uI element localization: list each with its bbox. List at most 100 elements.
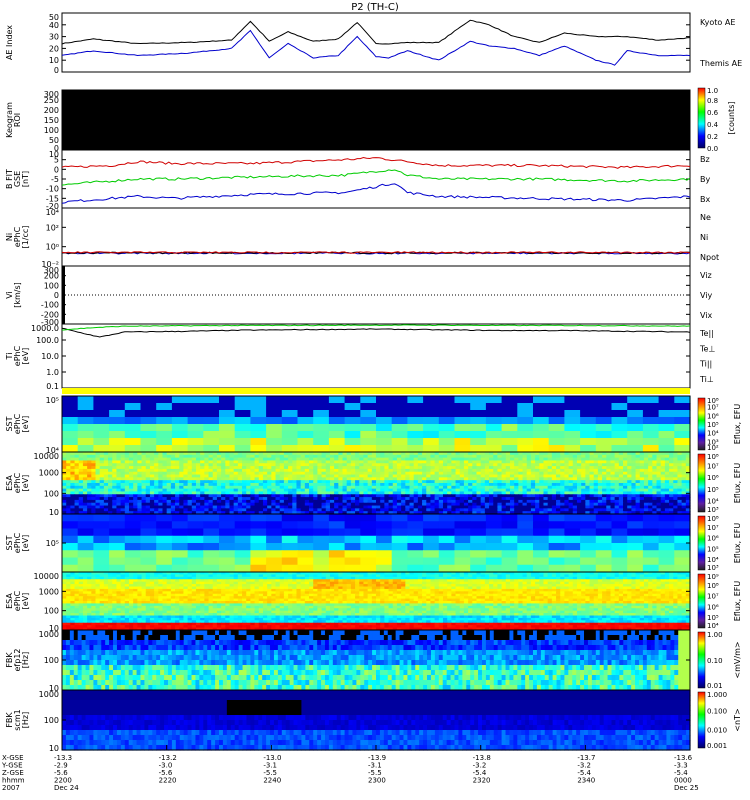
y-tick-label: -100 xyxy=(41,301,59,310)
legend-entry: Te|| xyxy=(699,329,714,338)
colorbar-tick: 10⁷ xyxy=(707,404,719,412)
colorbar-label: [counts] xyxy=(727,102,736,135)
bfield-panel-frame xyxy=(61,149,691,209)
y-tick-label: 100 xyxy=(44,656,59,665)
legend-entry: Te⊥ xyxy=(699,344,715,353)
y-tick-label: 5 xyxy=(54,156,59,165)
colorbar-tick: 10⁶ xyxy=(707,603,719,611)
y-axis-label: [Hz] xyxy=(21,652,30,668)
y-tick-label: 10.0 xyxy=(41,352,59,361)
esa-electron-spectrogram xyxy=(62,572,691,631)
y-tick-label: 20 xyxy=(49,44,59,53)
legend-entry: By xyxy=(700,175,710,184)
colorbar-label: Eflux, EFU xyxy=(733,404,742,445)
colorbar-tick: 10⁸ xyxy=(707,515,719,523)
y-axis-label: [eV] xyxy=(21,535,30,552)
series-line-Bx xyxy=(61,183,691,204)
colorbar-tick: 0.0 xyxy=(707,145,718,153)
colorbar-tick: 10⁵ xyxy=(707,421,719,429)
y-tick-label: 1000.0 xyxy=(31,324,59,333)
colorbar-tick: 10³ xyxy=(707,564,719,572)
sst-electron-spectrogram xyxy=(62,514,691,573)
legend-entry: Vix xyxy=(700,311,713,320)
y-tick-label: -10 xyxy=(46,185,59,194)
x-tick-label-date: Dec 24 xyxy=(54,784,79,792)
ae-panel-frame xyxy=(61,12,691,73)
colorbar-tick: 0.01 xyxy=(707,682,723,690)
legend-entry: Ni xyxy=(700,233,708,242)
quality-flag-bar xyxy=(62,388,690,394)
y-axis-label: [Hz] xyxy=(21,712,30,728)
y-axis-label: [eV] xyxy=(21,348,30,365)
y-axis-label: [eV] xyxy=(21,475,30,492)
colorbar-label: <mV/m> xyxy=(733,641,742,678)
colorbar-tick: 0.8 xyxy=(707,97,718,105)
colorbar xyxy=(697,87,706,149)
colorbar-tick: 1.000 xyxy=(707,691,727,699)
x-tick-label-hhmm: 2220 xyxy=(159,777,177,785)
y-tick-label: 100.0 xyxy=(36,336,59,345)
colorbar-tick: 0.2 xyxy=(707,133,718,141)
legend-entry: Viz xyxy=(700,271,712,280)
colorbar-tick: 1.0 xyxy=(707,87,718,95)
colorbar-tick: 10⁹ xyxy=(707,573,719,581)
colorbar-tick: 10⁶ xyxy=(707,412,719,420)
legend-entry: Ne xyxy=(700,213,711,222)
colorbar-tick: 0.010 xyxy=(707,726,727,734)
colorbar xyxy=(697,573,706,629)
y-tick-label: 100 xyxy=(44,716,59,725)
colorbar-tick: 10⁵ xyxy=(707,614,719,622)
colorbar-label: <nT> xyxy=(733,708,742,731)
legend-entry: Bz xyxy=(700,155,710,164)
y-tick-label: 10 xyxy=(49,56,59,65)
colorbar-tick: 10⁴ xyxy=(707,430,719,438)
colorbar-tick: 10⁵ xyxy=(707,486,719,494)
y-tick-label: 30 xyxy=(49,33,59,42)
y-tick-label: 10⁵ xyxy=(46,539,59,548)
y-tick-label: 100 xyxy=(44,607,59,616)
y-tick-label: 0.1 xyxy=(46,382,59,391)
x-tick-label-hhmm: 2300 xyxy=(368,777,386,785)
colorbar-tick: 0.100 xyxy=(707,708,727,716)
y-axis-label: [km/s] xyxy=(13,282,22,308)
keogram-image xyxy=(62,90,690,150)
colorbar-tick: 0.10 xyxy=(707,657,723,665)
y-tick-label: 10000 xyxy=(34,452,59,461)
y-tick-label: 10⁵ xyxy=(46,396,59,405)
colorbar-tick: 0.001 xyxy=(707,742,727,750)
legend-entry: Npot xyxy=(700,253,719,262)
y-axis-label: [1/cc] xyxy=(21,226,30,249)
y-tick-label: 0 xyxy=(54,291,59,300)
x-tick-label-hhmm: 2340 xyxy=(577,777,595,785)
y-tick-label: 10000 xyxy=(34,572,59,581)
y-tick-label: 200 xyxy=(44,106,59,115)
colorbar-tick: 10⁷ xyxy=(707,593,719,601)
y-tick-label: 1.0 xyxy=(46,368,59,377)
y-tick-label: 10 xyxy=(49,508,59,517)
colorbar-tick: 10⁵ xyxy=(707,545,719,553)
series-line-By xyxy=(61,169,691,186)
colorbar-tick: 10⁷ xyxy=(707,463,719,471)
y-axis-label: ROI xyxy=(13,113,22,127)
y-tick-label: -5 xyxy=(51,175,59,184)
summary-plot: P2 (TH-C) 50 40 30 20 10 0 AE Index Kyoto AE Them… xyxy=(0,0,750,800)
y-tick-label: 1000 xyxy=(39,469,59,478)
colorbar-label: Eflux, EFU xyxy=(733,523,742,564)
y-axis-label: [eV] xyxy=(21,593,30,610)
y-tick-label: 10 xyxy=(49,744,59,753)
legend-entry: Bx xyxy=(700,195,710,204)
colorbar-tick: 10³ xyxy=(707,506,719,514)
y-tick-label: 1000 xyxy=(39,587,59,596)
sst-ion-spectrogram xyxy=(62,396,691,453)
colorbar xyxy=(697,631,706,689)
y-tick-label: 40 xyxy=(49,21,59,30)
colorbar-tick: 0.6 xyxy=(707,109,719,117)
y-tick-label: 10² xyxy=(46,223,59,232)
colorbar-tick: 10⁷ xyxy=(707,524,719,532)
colorbar-tick: 0.4 xyxy=(707,121,719,129)
colorbar-label: Eflux, EFU xyxy=(733,463,742,504)
colorbar-tick: 10⁸ xyxy=(707,582,719,590)
legend-entry: Viy xyxy=(700,291,713,300)
series-line-Kyoto AE xyxy=(61,19,691,45)
y-tick-label: 200 xyxy=(44,272,59,281)
